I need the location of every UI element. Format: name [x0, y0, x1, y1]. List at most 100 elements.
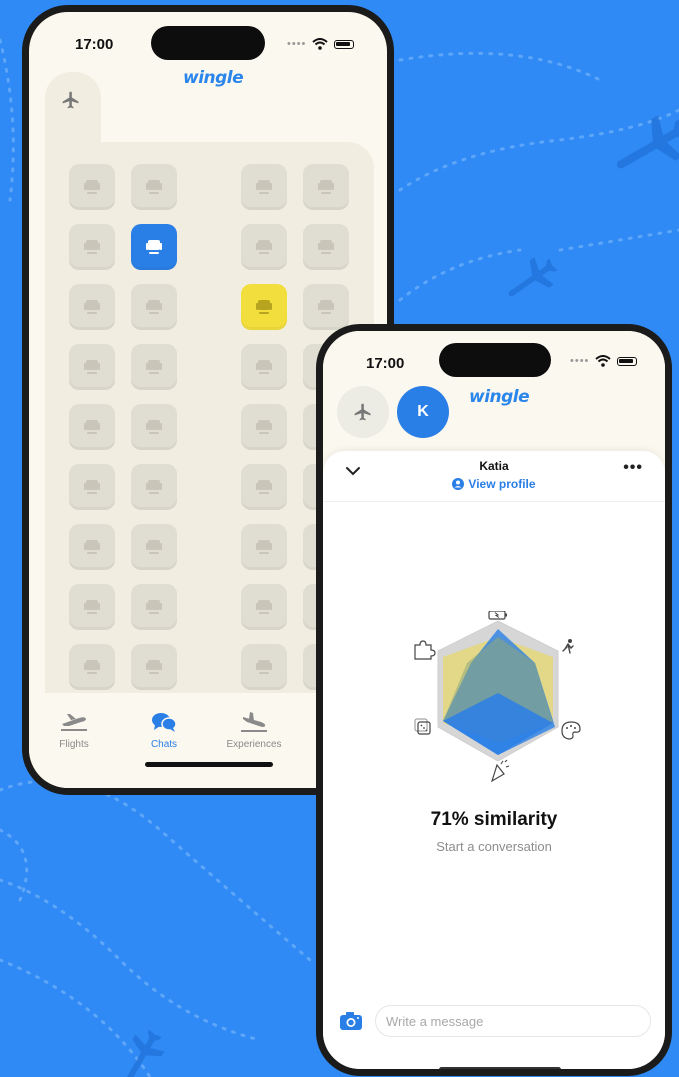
seat[interactable] — [69, 344, 115, 390]
seat[interactable] — [303, 224, 349, 270]
seat-icon — [318, 300, 334, 314]
battery-icon — [488, 611, 507, 620]
seat-icon — [146, 180, 162, 194]
seat[interactable] — [69, 584, 115, 630]
status-icons: •••• — [287, 38, 355, 50]
seat-icon — [256, 600, 272, 614]
seat[interactable] — [69, 224, 115, 270]
seat-icon — [146, 420, 162, 434]
start-conversation-text: Start a conversation — [436, 839, 552, 854]
wifi-icon — [312, 38, 329, 50]
plane-icon — [354, 403, 371, 421]
seat-icon — [256, 660, 272, 674]
seat-icon — [256, 360, 272, 374]
seat-icon — [84, 300, 100, 314]
seat-icon — [256, 180, 272, 194]
tab-label: Flights — [59, 739, 89, 750]
seat-icon — [84, 480, 100, 494]
battery-icon — [334, 39, 355, 49]
battery-icon — [617, 356, 638, 366]
camera-icon[interactable] — [339, 1011, 363, 1031]
plane-button[interactable] — [337, 386, 389, 438]
seat[interactable] — [241, 344, 287, 390]
seat-icon — [84, 240, 100, 254]
wifi-icon — [595, 355, 612, 367]
seat-icon — [256, 540, 272, 554]
home-indicator — [145, 762, 273, 767]
seat[interactable] — [303, 284, 349, 330]
message-composer — [335, 1005, 653, 1039]
tab-chats[interactable]: Chats — [129, 711, 199, 750]
seat[interactable] — [131, 524, 177, 570]
similarity-radar — [414, 611, 581, 783]
seat-icon — [256, 240, 272, 254]
seat[interactable] — [69, 644, 115, 690]
seat[interactable] — [303, 164, 349, 210]
seat[interactable] — [69, 164, 115, 210]
chat-header-area: 17:00 •••• wingle K — [323, 331, 665, 456]
seat-icon — [256, 420, 272, 434]
seat-icon — [256, 480, 272, 494]
signal-dots-icon: •••• — [570, 355, 590, 367]
seat[interactable] — [241, 224, 287, 270]
seat[interactable] — [241, 404, 287, 450]
status-time: 17:00 — [75, 36, 114, 53]
seat[interactable] — [131, 164, 177, 210]
phone-chat: 17:00 •••• wingle K Katia View profile •… — [316, 324, 672, 1076]
seat[interactable] — [131, 644, 177, 690]
more-options-icon[interactable]: ••• — [623, 459, 643, 477]
seat-icon — [84, 540, 100, 554]
palette-icon — [561, 721, 581, 740]
seat-icon — [318, 180, 334, 194]
similarity-score: 71% similarity — [430, 809, 558, 830]
seat-icon — [84, 180, 100, 194]
seat-icon — [256, 300, 272, 314]
seat[interactable] — [241, 164, 287, 210]
seat-icon — [84, 660, 100, 674]
seat[interactable] — [131, 284, 177, 330]
seat-icon — [146, 300, 162, 314]
seat-icon — [318, 240, 334, 254]
plane-icon[interactable] — [53, 82, 89, 118]
app-logo: wingle — [469, 387, 530, 407]
user-circle-icon — [452, 478, 465, 490]
seat-icon — [146, 660, 162, 674]
seat-selected-yellow[interactable] — [241, 284, 287, 330]
seat[interactable] — [69, 404, 115, 450]
chat-sheet: Katia View profile ••• 71% similarity St… — [323, 451, 665, 1069]
seat-selected-blue[interactable] — [131, 224, 177, 270]
seat[interactable] — [69, 464, 115, 510]
chat-topbar: Katia View profile ••• — [323, 451, 665, 502]
dynamic-island — [151, 26, 265, 60]
message-input[interactable] — [375, 1005, 651, 1037]
tab-flights[interactable]: Flights — [39, 711, 109, 750]
status-time: 17:00 — [366, 355, 405, 372]
seat-icon — [84, 420, 100, 434]
view-profile-link[interactable]: View profile — [323, 477, 665, 491]
seat[interactable] — [131, 464, 177, 510]
plane-tab[interactable] — [45, 72, 101, 152]
seat[interactable] — [241, 584, 287, 630]
seat[interactable] — [131, 344, 177, 390]
tab-label: Chats — [150, 739, 178, 750]
seat[interactable] — [131, 404, 177, 450]
view-profile-label: View profile — [468, 477, 536, 491]
running-icon — [562, 639, 574, 654]
seat-icon — [84, 360, 100, 374]
seat[interactable] — [69, 284, 115, 330]
dice-icon — [414, 718, 431, 735]
avatar[interactable]: K — [397, 386, 449, 438]
plane-takeoff-icon — [61, 714, 87, 731]
seat-icon — [146, 600, 162, 614]
tab-label: Experiences — [226, 739, 282, 750]
home-indicator — [439, 1067, 561, 1069]
seat-icon — [146, 360, 162, 374]
status-icons: •••• — [570, 355, 638, 367]
seat[interactable] — [241, 644, 287, 690]
seat[interactable] — [69, 524, 115, 570]
seat[interactable] — [241, 524, 287, 570]
tab-experiences[interactable]: Experiences — [219, 711, 289, 750]
seat[interactable] — [131, 584, 177, 630]
seat[interactable] — [241, 464, 287, 510]
signal-dots-icon: •••• — [287, 38, 307, 50]
